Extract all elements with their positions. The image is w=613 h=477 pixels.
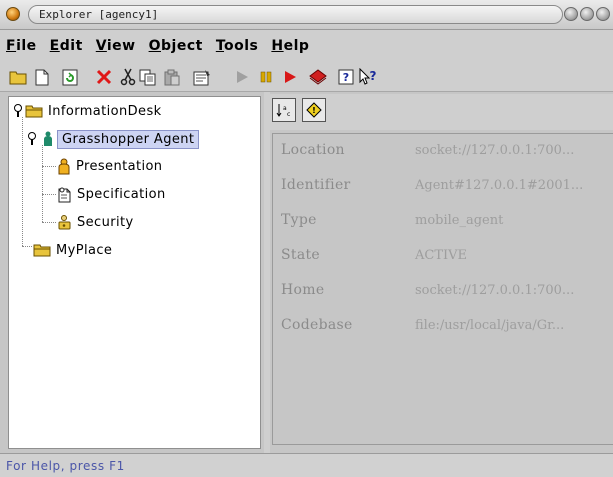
folder-open-icon — [25, 105, 43, 118]
delete-icon[interactable] — [94, 67, 114, 87]
menu-view[interactable]: View — [96, 38, 136, 54]
status-text: For Help, press F1 — [6, 458, 125, 473]
tree-label-specification: Specification — [77, 186, 166, 202]
sort-alphabetical-icon[interactable]: ac — [272, 98, 296, 122]
menu-file[interactable]: File — [6, 38, 37, 54]
folder-open-icon — [33, 244, 51, 257]
property-key: Type — [281, 212, 317, 228]
expand-handle-icon[interactable] — [13, 104, 23, 118]
maximize-button[interactable] — [580, 7, 594, 21]
security-icon — [58, 215, 71, 230]
tree-label-root: InformationDesk — [48, 103, 162, 119]
property-key: Home — [281, 282, 325, 298]
svg-text:!: ! — [312, 106, 316, 115]
properties-bottom-edge — [272, 444, 613, 452]
tree-connector — [42, 166, 56, 167]
tree-item-grasshopper-agent[interactable]: Grasshopper Agent — [27, 128, 200, 150]
menu-tools[interactable]: Tools — [216, 38, 259, 54]
paste-icon — [162, 67, 182, 87]
svg-text:?: ? — [370, 69, 377, 83]
title-bar: Explorer [agency1] — [0, 0, 613, 30]
tree-label-agent: Grasshopper Agent — [57, 129, 200, 149]
context-help-icon[interactable]: ? — [358, 67, 378, 87]
object-tree[interactable]: InformationDesk Grasshopper Agent Presen… — [8, 96, 261, 449]
property-row[interactable]: Type mobile_agent — [273, 206, 613, 240]
property-value: socket://127.0.0.1:700... — [415, 283, 575, 298]
menu-object[interactable]: Object — [149, 38, 203, 54]
property-key: Codebase — [281, 317, 353, 333]
tree-item-specification[interactable]: Specification — [57, 183, 166, 205]
specification-icon — [58, 187, 71, 202]
cut-icon[interactable] — [118, 67, 138, 87]
window-title: Explorer [agency1] — [39, 8, 159, 21]
property-key: State — [281, 247, 320, 263]
menu-help[interactable]: Help — [271, 38, 309, 54]
tree-label-myplace: MyPlace — [56, 242, 113, 258]
tree-item-security[interactable]: Security — [57, 211, 134, 233]
menu-edit[interactable]: Edit — [50, 38, 83, 54]
tree-connector — [42, 194, 56, 195]
property-key: Identifier — [281, 177, 351, 193]
tree-connector — [42, 222, 56, 223]
record-icon[interactable] — [280, 67, 300, 87]
tree-label-presentation: Presentation — [76, 158, 163, 174]
property-value: ACTIVE — [415, 248, 468, 263]
refresh-icon[interactable] — [60, 67, 80, 87]
title-pill[interactable]: Explorer [agency1] — [28, 5, 563, 24]
tree-label-security: Security — [77, 214, 134, 230]
tree-connector — [22, 246, 32, 247]
toolbar: ? ? — [0, 62, 613, 92]
menu-bar: File Edit View Object Tools Help — [0, 30, 613, 62]
close-button[interactable] — [596, 7, 610, 21]
properties-table: Location socket://127.0.0.1:700... Ident… — [272, 133, 613, 444]
property-row[interactable]: Location socket://127.0.0.1:700... — [273, 136, 613, 170]
property-value: socket://127.0.0.1:700... — [415, 143, 575, 158]
tree-connector — [42, 145, 43, 222]
property-row[interactable]: Home socket://127.0.0.1:700... — [273, 276, 613, 310]
split-pane-divider[interactable] — [264, 92, 270, 453]
property-row[interactable]: Identifier Agent#127.0.0.1#2001... — [273, 171, 613, 205]
properties-icon[interactable] — [192, 67, 212, 87]
explorer-window: Explorer [agency1] File Edit View Object… — [0, 0, 613, 477]
window-controls — [564, 7, 610, 21]
svg-text:?: ? — [343, 71, 349, 84]
property-value: Agent#127.0.0.1#2001... — [415, 178, 584, 193]
tree-item-information-desk[interactable]: InformationDesk — [13, 100, 162, 122]
property-row[interactable]: State ACTIVE — [273, 241, 613, 275]
property-row[interactable]: Codebase file:/usr/local/java/Gr... — [273, 311, 613, 345]
pause-icon[interactable] — [256, 67, 276, 87]
property-key: Location — [281, 142, 345, 158]
expand-handle-icon[interactable] — [27, 132, 37, 146]
tree-item-myplace[interactable]: MyPlace — [33, 239, 112, 261]
help-icon[interactable]: ? — [336, 67, 356, 87]
svg-text:c: c — [287, 111, 290, 118]
copy-icon[interactable] — [138, 67, 158, 87]
minimize-button[interactable] — [564, 7, 578, 21]
properties-toolbar: ac ! — [270, 94, 613, 130]
tree-connector — [22, 117, 23, 246]
play-icon — [232, 67, 252, 87]
agent-icon — [44, 131, 52, 146]
book-icon[interactable] — [308, 67, 328, 87]
tree-item-presentation[interactable]: Presentation — [57, 155, 162, 177]
new-document-icon[interactable] — [32, 67, 52, 87]
window-menu-icon[interactable] — [6, 7, 20, 21]
category-view-icon[interactable]: ! — [302, 98, 326, 122]
property-value: mobile_agent — [415, 213, 504, 228]
status-bar: For Help, press F1 — [0, 453, 613, 477]
open-folder-icon[interactable] — [8, 67, 28, 87]
property-value: file:/usr/local/java/Gr... — [415, 318, 565, 333]
presentation-icon — [58, 158, 70, 174]
